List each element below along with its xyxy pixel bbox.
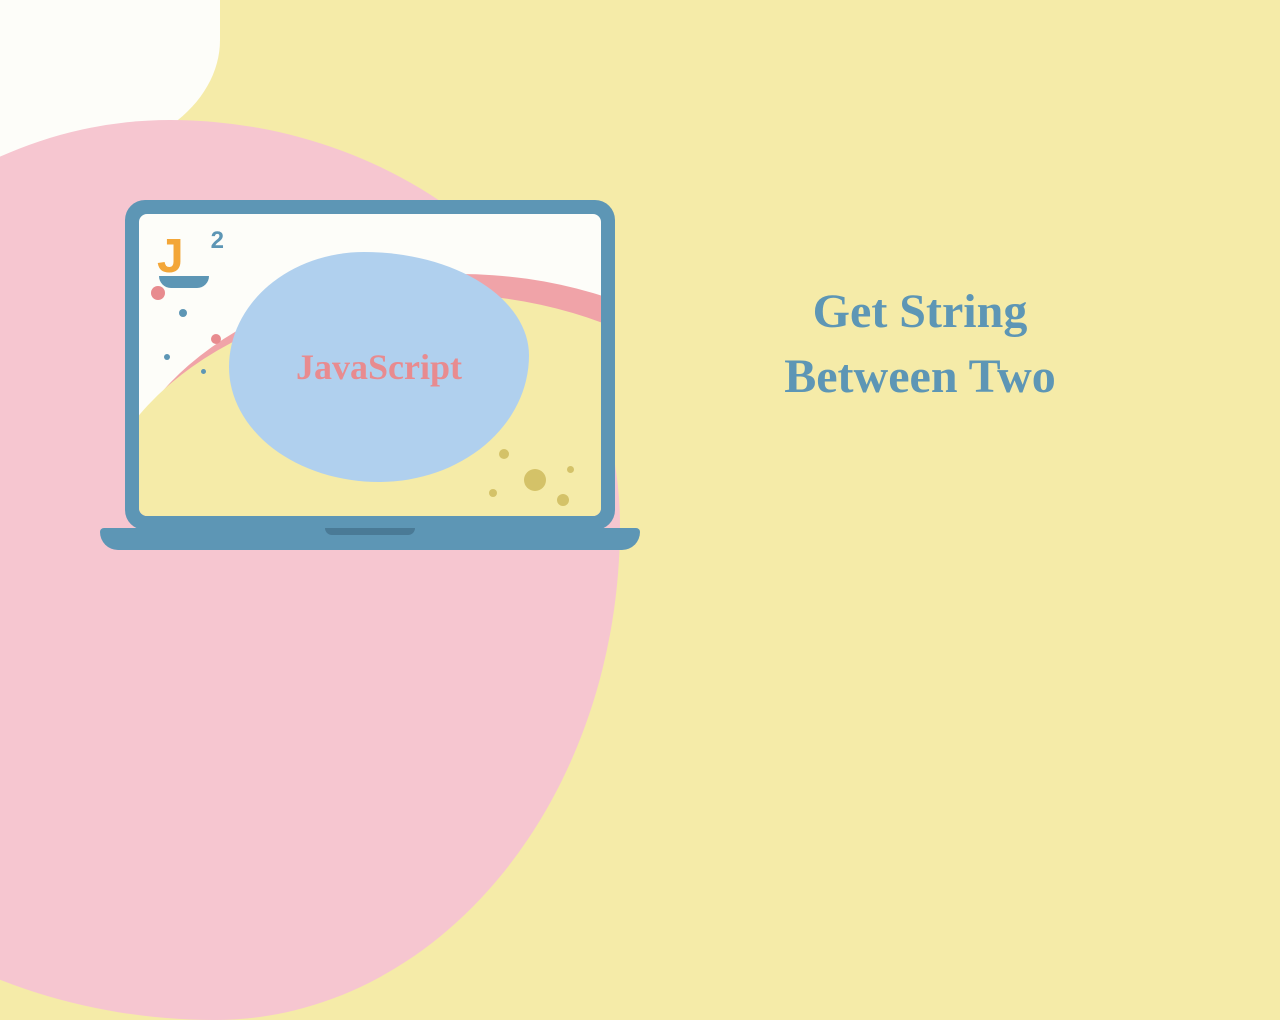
- laptop-illustration: J 2 JavaScript: [100, 200, 640, 550]
- laptop-base: [100, 528, 640, 550]
- decorative-dot: [164, 354, 170, 360]
- logo-letter: J: [157, 229, 184, 284]
- logo-superscript: 2: [211, 227, 224, 255]
- decorative-dot: [179, 309, 187, 317]
- decorative-dot: [499, 449, 509, 459]
- decorative-dot: [151, 286, 165, 300]
- headline-line-1: Get String: [680, 280, 1160, 345]
- laptop-bezel: J 2 JavaScript: [125, 200, 615, 530]
- headline-text: Get String Between Two: [680, 280, 1160, 410]
- javascript-label: JavaScript: [296, 346, 462, 388]
- laptop-notch: [325, 528, 415, 535]
- decorative-dot: [489, 489, 497, 497]
- laptop-screen: J 2 JavaScript: [139, 214, 601, 516]
- headline-line-2: Between Two: [680, 345, 1160, 410]
- decorative-dot: [524, 469, 546, 491]
- decorative-dot: [557, 494, 569, 506]
- decorative-dot: [567, 466, 574, 473]
- decorative-dot: [201, 369, 206, 374]
- j2-logo: J 2: [157, 229, 209, 288]
- decorative-dot: [211, 334, 221, 344]
